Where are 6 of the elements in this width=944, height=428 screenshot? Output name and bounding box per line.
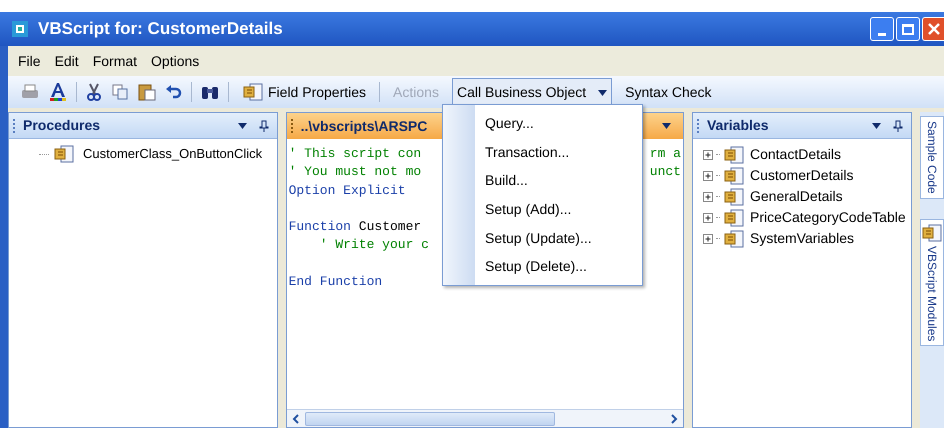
window-title: VBScript for: CustomerDetails: [38, 18, 283, 40]
panel-title: Procedures: [23, 116, 100, 135]
code-line: unct: [650, 163, 681, 182]
editor-tab-title: ..\vbscripts\ARSPC: [300, 116, 428, 136]
panel-title: Variables: [706, 116, 768, 135]
code-line: ' You must not mo: [288, 163, 422, 182]
